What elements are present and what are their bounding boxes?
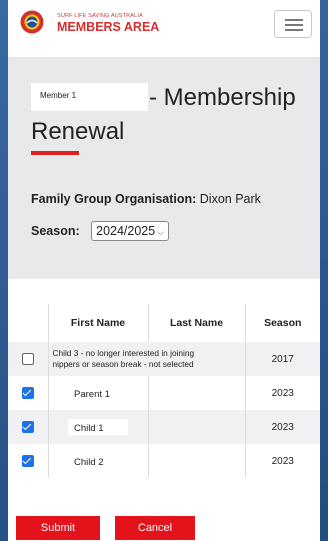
first-name-text: Child 3 - no longer interested in joinin… <box>52 348 195 358</box>
last-name-redacted <box>165 452 228 467</box>
column-header-last-name: Last Name <box>148 304 246 342</box>
season-selected-value: 2024/2025 <box>96 224 156 238</box>
members-table: First Name Last Name Season Child 3 - no… <box>8 304 320 478</box>
first-name-cell: Child 1 <box>48 410 149 444</box>
row-select-cell <box>8 410 49 444</box>
row-checkbox[interactable] <box>21 387 34 399</box>
first-name-cell: Parent 1 <box>48 376 149 410</box>
column-header-first-name: First Name <box>48 304 149 342</box>
last-name-cell <box>148 444 246 478</box>
page-title-part1: - Membership <box>149 84 296 111</box>
first-name-text: Child 2 <box>68 453 128 469</box>
season-label: Season: <box>31 224 80 238</box>
first-name-text-line2: nippers or season break - not selected <box>52 359 194 369</box>
brand-title: MEMBERS AREA <box>57 20 160 34</box>
hamburger-line <box>285 19 303 21</box>
first-name-text: Child 1 <box>68 419 128 435</box>
season-cell: 2023 <box>271 387 294 399</box>
table-row: Child 1 2023 <box>8 410 320 444</box>
surf-life-saving-logo-icon[interactable] <box>20 10 44 34</box>
first-name-cell: Child 2 <box>48 444 149 478</box>
hamburger-menu-button[interactable] <box>274 10 312 38</box>
renewal-header-section: Member 1 - Membership Renewal Family Gro… <box>8 58 320 279</box>
row-checkbox[interactable] <box>21 353 34 365</box>
season-cell: 2023 <box>271 421 294 433</box>
page-title-part2: Renewal <box>31 118 125 145</box>
row-select-cell <box>8 376 49 410</box>
row-checkbox[interactable] <box>21 455 34 467</box>
last-name-redacted <box>165 384 228 399</box>
table-row: Child 3 - no longer interested in joinin… <box>8 342 320 376</box>
table-row: Child 2 2023 <box>8 444 320 478</box>
hamburger-line <box>285 29 303 31</box>
last-name-cell <box>148 376 246 410</box>
brand-subtitle: SURF LIFE SAVING AUSTRALIA <box>57 13 143 19</box>
submit-button[interactable]: Submit <box>16 516 100 540</box>
cancel-button[interactable]: Cancel <box>115 516 195 540</box>
title-underline <box>31 151 79 155</box>
family-group-value: Dixon Park <box>199 192 261 206</box>
season-row: Season: 2024/2025 ⌵ <box>31 221 170 241</box>
season-cell: 2017 <box>271 353 294 365</box>
chevron-down-icon: ⌵ <box>157 227 165 237</box>
member-name-field[interactable]: Member 1 <box>31 83 148 111</box>
first-name-text: Parent 1 <box>68 385 128 401</box>
first-name-cell: Child 3 - no longer interested in joinin… <box>48 342 246 376</box>
row-checkbox[interactable] <box>21 421 34 433</box>
family-group-label: Family Group Organisation: <box>31 192 197 206</box>
season-select[interactable]: 2024/2025 ⌵ <box>91 221 170 241</box>
app-window: SURF LIFE SAVING AUSTRALIA MEMBERS AREA … <box>8 0 320 541</box>
page-background: SURF LIFE SAVING AUSTRALIA MEMBERS AREA … <box>0 0 328 541</box>
family-group-row: Family Group Organisation: Dixon Park <box>31 192 261 206</box>
hamburger-line <box>285 24 303 26</box>
table-row: Parent 1 2023 <box>8 376 320 410</box>
column-header-season: Season <box>264 317 302 329</box>
row-select-cell <box>8 342 49 376</box>
season-cell: 2023 <box>271 455 294 467</box>
table-header-row: First Name Last Name Season <box>8 304 320 342</box>
last-name-cell <box>148 410 246 444</box>
row-select-cell <box>8 444 49 478</box>
app-header: SURF LIFE SAVING AUSTRALIA MEMBERS AREA <box>8 0 320 58</box>
column-header-select <box>8 304 49 342</box>
